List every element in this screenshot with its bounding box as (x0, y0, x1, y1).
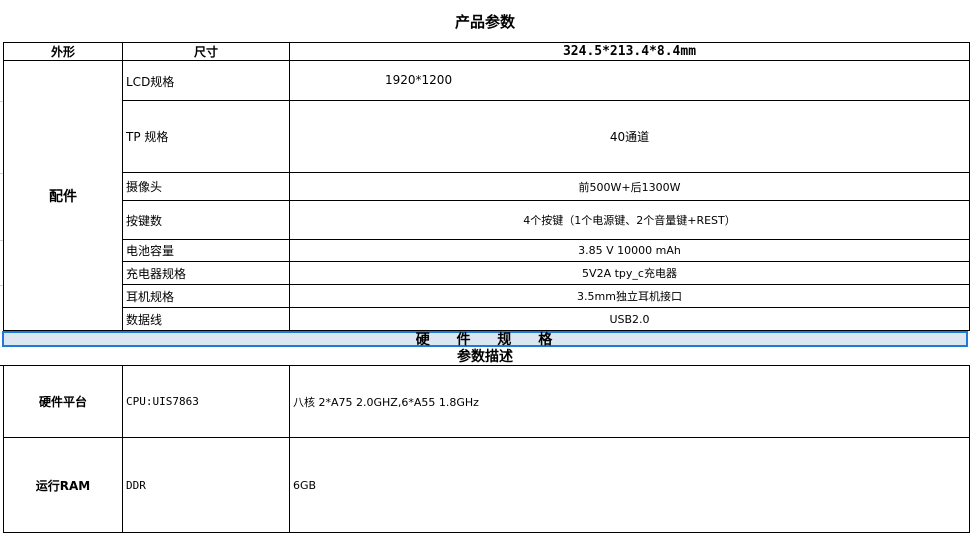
hardware-name-cell[interactable]: DDR (123, 438, 290, 533)
accessory-value-cell[interactable]: USB2.0 (290, 308, 970, 331)
param-desc-heading[interactable]: 参数描述 (0, 346, 970, 366)
accessory-name-cell[interactable]: 耳机规格 (123, 285, 290, 308)
hardware-label-cell[interactable]: 硬件平台 (3, 366, 123, 438)
hardware-value-cell[interactable]: 八核 2*A75 2.0GHZ,6*A55 1.8GHz (290, 366, 970, 438)
page-title: 产品参数 (454, 12, 515, 31)
header-size-cell[interactable]: 尺寸 (123, 43, 290, 61)
accessory-name-cell[interactable]: TP 规格 (123, 101, 290, 173)
accessory-name-cell[interactable]: 充电器规格 (123, 262, 290, 285)
spreadsheet: 产品参数 外形 尺寸 324.5*213.4*8.4mm 配件 LCD规格 19… (0, 0, 970, 535)
hardware-label-cell[interactable]: 运行RAM (3, 438, 123, 533)
accessory-value-cell[interactable]: 前500W+后1300W (290, 173, 970, 201)
accessory-value-cell[interactable]: 40通道 (290, 101, 970, 173)
gridline (0, 240, 3, 241)
accessory-name-cell[interactable]: 数据线 (123, 308, 290, 331)
accessory-value-cell[interactable]: 3.5mm独立耳机接口 (290, 285, 970, 308)
accessory-name-cell[interactable]: LCD规格 (123, 61, 290, 101)
accessory-value-cell[interactable]: 3.85 V 10000 mAh (290, 240, 970, 262)
hardware-name-cell[interactable]: CPU:UIS7863 (123, 366, 290, 438)
accessory-name-cell[interactable]: 摄像头 (123, 173, 290, 201)
gridline (0, 101, 3, 102)
accessory-value-cell[interactable]: 1920*1200 (290, 61, 970, 101)
gridline (0, 285, 3, 286)
accessories-group-cell[interactable]: 配件 (3, 61, 123, 331)
hardware-value-cell[interactable]: 6GB (290, 438, 970, 533)
gridline (0, 173, 3, 174)
accessory-value-cell[interactable]: 4个按键（1个电源键、2个音量键+REST） (290, 201, 970, 240)
accessory-value-cell[interactable]: 5V2A tpy_c充电器 (290, 262, 970, 285)
accessory-name-cell[interactable]: 电池容量 (123, 240, 290, 262)
accessory-name-cell[interactable]: 按键数 (123, 201, 290, 240)
header-shape-cell[interactable]: 外形 (3, 43, 123, 61)
header-dimension-cell[interactable]: 324.5*213.4*8.4mm (290, 43, 970, 61)
